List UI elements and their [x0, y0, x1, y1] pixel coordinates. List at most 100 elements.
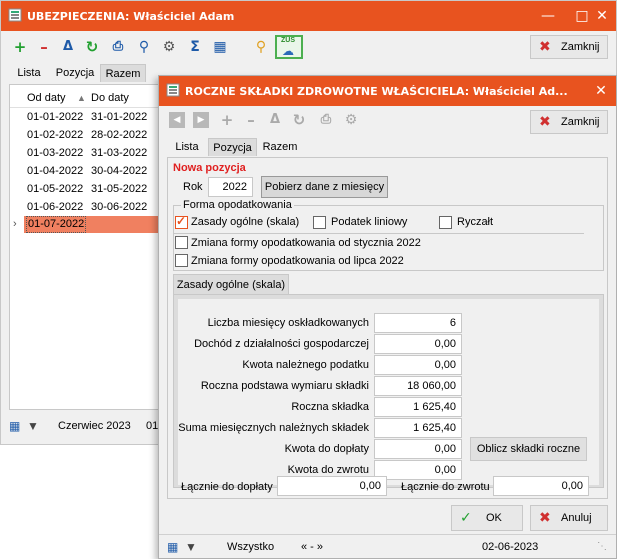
checkbox-general[interactable]: ✓ — [175, 214, 188, 229]
column-header-to[interactable]: Do daty — [91, 90, 129, 107]
front-tab-pozycja[interactable]: Pozycja — [208, 138, 257, 156]
general-scale-panel: Liczba miesięcy oskładkowanych 6 Dochód … — [173, 294, 604, 488]
table-row[interactable]: 01-01-2022 31-01-2022 — [10, 109, 158, 126]
front-status-filter: Wszystko — [227, 541, 275, 553]
grid-header-line — [10, 107, 158, 108]
close-icon[interactable]: ✕ — [584, 76, 616, 106]
fields-panel: Liczba miesięcy oskładkowanych 6 Dochód … — [178, 299, 599, 485]
sum-icon[interactable]: Σ — [185, 37, 205, 57]
year-input[interactable]: 2022 — [208, 177, 253, 197]
field-label: Suma miesięcznych należnych składek — [178, 422, 369, 434]
field-label: Kwota do dopłaty — [284, 443, 369, 455]
prev-icon[interactable]: ◀ — [169, 112, 185, 128]
add-icon[interactable]: + — [217, 110, 237, 130]
amount-to-pay-field[interactable]: 0,00 — [374, 439, 462, 459]
front-close-button[interactable]: ✖ Zamknij — [530, 110, 608, 134]
back-status-month: Czerwiec 2023 — [58, 420, 131, 432]
option-lump-label: Ryczałt — [457, 216, 494, 228]
checkbox-change-jul[interactable] — [175, 254, 188, 267]
contribution-base-field[interactable]: 18 060,00 — [374, 376, 462, 396]
check-icon: ✓ — [460, 510, 472, 526]
front-window-title: ROCZNE SKŁADKI ZDROWOTNE WŁAŚCICIELA: Wł… — [185, 85, 568, 98]
close-icon[interactable]: ✕ — [586, 1, 616, 31]
checkbox-change-jan[interactable] — [175, 236, 188, 249]
back-tab-razem[interactable]: Razem — [100, 64, 146, 82]
calculate-annual-button[interactable]: Oblicz składki roczne — [470, 437, 587, 461]
app-icon — [166, 83, 180, 97]
total-pay-field[interactable]: 0,00 — [277, 476, 387, 496]
fetch-months-button[interactable]: Pobierz dane z miesięcy — [261, 176, 388, 198]
back-close-button[interactable]: ✖ Zamknij — [530, 35, 608, 59]
settings-icon[interactable]: ⚙ — [341, 110, 361, 130]
row-indicator-icon: › — [13, 218, 17, 230]
app-icon — [8, 8, 22, 22]
settings-icon[interactable]: ⚙ — [159, 37, 179, 57]
front-tab-razem[interactable]: Razem — [258, 138, 302, 156]
total-refund-label: Łącznie do zwrotu — [401, 481, 490, 493]
table-row[interactable]: 01-03-2022 31-03-2022 — [10, 145, 158, 162]
front-window: ROCZNE SKŁADKI ZDROWOTNE WŁAŚCICIELA: Wł… — [158, 75, 617, 559]
edit-icon[interactable]: Δ — [265, 110, 285, 130]
print-icon[interactable]: ⎙ — [108, 37, 128, 57]
next-icon[interactable]: ▶ — [193, 112, 209, 128]
monthly-sum-field[interactable]: 1 625,40 — [374, 418, 462, 438]
filter-icon[interactable]: ▼ — [27, 414, 39, 438]
table-row[interactable]: 01-02-2022 28-02-2022 — [10, 127, 158, 144]
tax-form-group-label: Forma opodatkowania — [181, 199, 294, 211]
back-titlebar: UBEZPIECZENIA: Właściciel Adam — □ ✕ — [1, 1, 616, 31]
year-label: Rok — [183, 181, 203, 193]
total-pay-label-display: Łącznie do dopłaty — [181, 481, 273, 493]
lock-icon[interactable]: ⚲ — [251, 37, 271, 57]
cancel-button[interactable]: ✖ Anuluj — [530, 505, 608, 531]
table-row-selected[interactable]: 01-07-2022 — [24, 216, 158, 233]
table-row[interactable]: 01-05-2022 31-05-2022 — [10, 181, 158, 198]
delete-icon[interactable]: – — [241, 110, 261, 130]
back-tab-lista[interactable]: Lista — [9, 64, 49, 82]
zus-badge: ZUS — [281, 37, 295, 44]
table-row[interactable]: 01-06-2022 30-06-2022 — [10, 199, 158, 216]
back-grid: Od daty ▲ Do daty 01-01-2022 31-01-2022 … — [9, 84, 159, 410]
field-label: Kwota należnego podatku — [242, 359, 369, 371]
tax-due-field[interactable]: 0,00 — [374, 355, 462, 375]
sort-asc-icon: ▲ — [77, 93, 86, 103]
grid-view-icon[interactable]: ▦ — [167, 535, 178, 558]
field-label: Dochód z działalności gospodarczej — [194, 338, 369, 350]
income-field[interactable]: 0,00 — [374, 334, 462, 354]
front-tab-lista[interactable]: Lista — [167, 138, 207, 156]
months-count-field[interactable]: 6 — [374, 313, 462, 333]
annual-contribution-field[interactable]: 1 625,40 — [374, 397, 462, 417]
zus-health-icon[interactable]: ZUS ☁ — [275, 35, 303, 59]
minimize-icon[interactable]: — — [530, 1, 566, 31]
check-icon: ✓ — [176, 214, 187, 228]
total-refund-field[interactable]: 0,00 — [493, 476, 589, 496]
amount-to-refund-field[interactable]: 0,00 — [374, 460, 462, 480]
ok-button[interactable]: ✓ OK — [451, 505, 523, 531]
back-tab-pozycja[interactable]: Pozycja — [51, 64, 99, 82]
back-status-cut: 01 — [146, 420, 159, 432]
field-label: Roczna składka — [291, 401, 369, 413]
search-icon[interactable]: ⚲ — [134, 37, 154, 57]
grid-view-icon[interactable]: ▦ — [9, 414, 20, 438]
filter-icon[interactable]: ▼ — [185, 535, 197, 558]
front-status-nav[interactable]: « - » — [301, 535, 323, 558]
table-row[interactable]: 01-04-2022 30-04-2022 — [10, 163, 158, 180]
column-header-from[interactable]: Od daty — [27, 90, 66, 107]
cloud-icon: ☁ — [282, 44, 294, 58]
print-icon[interactable]: ⎙ — [316, 110, 336, 130]
option-change-jan-label: Zmiana formy opodatkowania od stycznia 2… — [191, 237, 421, 249]
option-change-jul-label: Zmiana formy opodatkowania od lipca 2022 — [191, 255, 404, 267]
edit-icon[interactable]: Δ — [58, 37, 78, 57]
resize-grip-icon[interactable]: ⋱ — [597, 535, 607, 558]
refresh-icon[interactable]: ↻ — [289, 110, 309, 130]
close-x-icon: ✖ — [539, 39, 551, 55]
checkbox-lump[interactable] — [439, 216, 452, 229]
delete-icon[interactable]: – — [34, 37, 54, 57]
tab-general-scale[interactable]: Zasady ogólne (skala) — [173, 274, 289, 294]
field-label: Roczna podstawa wymiaru składki — [200, 380, 369, 392]
add-icon[interactable]: + — [10, 37, 30, 57]
refresh-icon[interactable]: ↻ — [82, 37, 102, 57]
columns-icon[interactable]: ▦ — [210, 37, 230, 57]
field-label: Liczba miesięcy oskładkowanych — [207, 317, 369, 329]
front-status-date: 02-06-2023 — [482, 541, 539, 553]
checkbox-flat[interactable] — [313, 216, 326, 229]
